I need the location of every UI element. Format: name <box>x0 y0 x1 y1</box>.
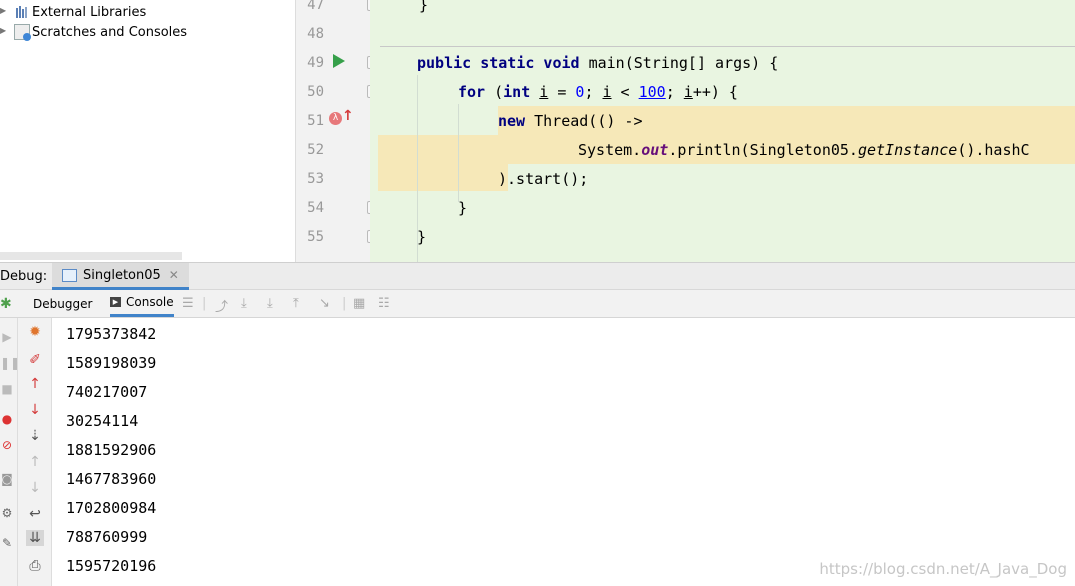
evaluate-expression-icon[interactable]: ▦ <box>353 296 365 311</box>
console-icon: ▶ <box>110 297 121 307</box>
line-number: 49 <box>307 55 324 71</box>
lambda-breakpoint-icon[interactable]: λ <box>329 112 342 125</box>
method-separator <box>380 46 1075 47</box>
trace-icon[interactable]: ☷ <box>378 296 390 311</box>
scroll-to-end-icon[interactable]: ⇊ <box>26 530 44 546</box>
debug-label: Debug: <box>0 269 48 284</box>
line-number: 50 <box>307 84 324 100</box>
next-occurrence-icon[interactable]: ↓ <box>26 480 44 496</box>
console-line: 1589198039 <box>66 354 157 372</box>
debug-tool-window-header: Debug: Singleton05 ✕ <box>0 262 1075 290</box>
console-line: 788760999 <box>66 528 148 546</box>
line-number: 52 <box>307 142 324 158</box>
stop-icon[interactable]: ■ <box>0 382 14 396</box>
toolbar-separator: | <box>202 296 207 311</box>
previous-occurrence-icon[interactable]: ↑ <box>26 454 44 470</box>
view-breakpoints-icon[interactable]: ● <box>0 412 14 426</box>
console-line: 740217007 <box>66 383 148 401</box>
down-arrow-icon[interactable]: ↓ <box>26 402 44 418</box>
lambda-highlight <box>378 164 508 191</box>
console-side-toolbar: ✹ ✐ ↑ ↓ ⇣ ↑ ↓ ↩ ⇊ ⎙ <box>18 318 52 586</box>
resume-icon[interactable]: ▶ <box>0 330 14 344</box>
tree-item-label: External Libraries <box>32 4 147 20</box>
tree-item-label: Scratches and Consoles <box>32 24 188 40</box>
pause-icon[interactable]: ❚❚ <box>0 356 20 370</box>
project-panel: ▶ External Libraries ▶ Scratches and Con… <box>0 0 295 262</box>
tab-console[interactable]: ▶ Console <box>110 290 174 317</box>
code-line-51: new Thread(() -> <box>498 112 643 130</box>
console-line: 1702800984 <box>66 499 157 517</box>
drop-frame-icon[interactable]: ✹ <box>26 324 44 340</box>
layout-menu-icon[interactable]: ☰ <box>182 296 194 311</box>
scratches-icon <box>14 24 31 41</box>
expand-arrow-icon[interactable]: ▶ <box>0 6 6 15</box>
tree-item-scratches[interactable]: Scratches and Consoles <box>14 22 187 42</box>
line-number: 55 <box>307 229 324 245</box>
code-line-53: ).start(); <box>498 170 589 188</box>
console-line: 1881592906 <box>66 441 157 459</box>
line-number: 54 <box>307 200 324 216</box>
debug-session-tab[interactable]: Singleton05 ✕ <box>52 263 189 290</box>
line-number: 48 <box>307 26 324 42</box>
up-arrow-icon[interactable]: ↑ <box>26 376 44 392</box>
step-arrow-icon: ↑ <box>342 108 354 124</box>
watermark: https://blog.csdn.net/A_Java_Dog <box>819 560 1067 578</box>
clear-icon[interactable]: ✐ <box>26 352 44 368</box>
soft-wrap-icon[interactable]: ↩ <box>26 506 44 522</box>
toolbar-separator: | <box>342 296 347 311</box>
code-line-55: } <box>417 228 427 246</box>
run-icon[interactable] <box>333 54 345 68</box>
step-out-icon[interactable]: ⤒ <box>293 296 299 311</box>
settings-icon[interactable]: ⚙ <box>0 506 14 520</box>
sort-icon[interactable]: ⇣ <box>26 428 44 444</box>
debug-bug-icon: ✱ <box>0 296 12 312</box>
camera-icon[interactable]: ◙ <box>0 472 14 486</box>
line-number: 51 <box>307 113 324 129</box>
step-into-icon[interactable]: ⤓ <box>267 296 273 311</box>
run-to-cursor-icon[interactable]: ↘ <box>319 296 330 311</box>
code-line-52: System.out.println(Singleton05.getInstan… <box>578 141 1030 159</box>
code-line-47: } <box>419 0 429 14</box>
editor-gutter: 47 48 49 50 51 52 53 54 55 λ ↑ <box>295 0 378 262</box>
console-line: 1795373842 <box>66 325 157 343</box>
library-icon <box>14 4 30 20</box>
expand-arrow-icon[interactable]: ▶ <box>0 26 6 35</box>
run-config-icon <box>62 268 77 282</box>
line-number: 53 <box>307 171 324 187</box>
horizontal-scrollbar[interactable] <box>0 252 182 260</box>
code-line-50: for (int i = 0; i < 100; i++) { <box>458 83 738 101</box>
code-line-54: } <box>458 199 468 217</box>
step-over-icon[interactable]: ⤓ <box>241 296 247 311</box>
indent-guide <box>458 104 459 202</box>
tree-item-external-libraries[interactable]: External Libraries <box>14 2 146 22</box>
console-line: 1467783960 <box>66 470 157 488</box>
pin-icon[interactable]: ✎ <box>0 536 14 550</box>
debug-left-strip: ▶ ❚❚ ■ ● ⊘ ◙ ⚙ ✎ <box>0 318 20 586</box>
console-output[interactable]: 1795373842 1589198039 740217007 30254114… <box>52 318 1075 586</box>
console-line: 30254114 <box>66 412 139 430</box>
code-editor[interactable]: } public static void main(String[] args)… <box>370 0 1075 262</box>
debug-toolbar: ✱ Debugger ▶ Console ☰ | ⤴ ⤓ ⤓ ⤒ ↘ | ▦ ☷ <box>0 290 1075 318</box>
console-line: 1595720196 <box>66 557 157 575</box>
tab-debugger[interactable]: Debugger <box>33 290 92 317</box>
print-icon[interactable]: ⎙ <box>26 558 44 574</box>
mute-breakpoints-icon[interactable]: ⊘ <box>0 438 14 452</box>
line-number: 47 <box>307 0 324 13</box>
session-tab-label: Singleton05 <box>83 267 161 283</box>
code-line-49: public static void main(String[] args) { <box>417 54 779 72</box>
show-execution-point-icon[interactable]: ⤴ <box>215 296 228 315</box>
close-icon[interactable]: ✕ <box>169 268 179 282</box>
